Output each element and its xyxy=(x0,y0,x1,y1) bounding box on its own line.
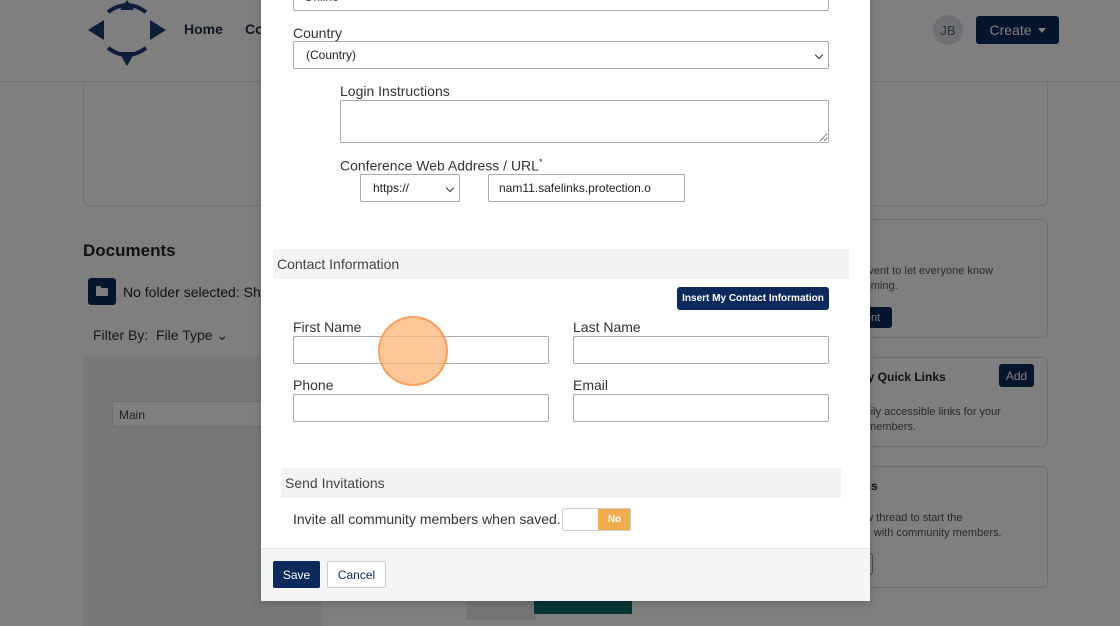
login-instructions-textarea[interactable] xyxy=(340,100,829,143)
phone-label: Phone xyxy=(293,377,334,393)
chevron-down-icon xyxy=(814,50,824,60)
url-label: Conference Web Address / URL* xyxy=(340,157,542,174)
country-value: (Country) xyxy=(306,48,357,62)
login-instructions-label: Login Instructions xyxy=(340,83,450,99)
insert-contact-button[interactable]: Insert My Contact Information xyxy=(677,287,829,310)
protocol-select[interactable]: https:// xyxy=(360,174,460,202)
url-label-text: Conference Web Address / URL xyxy=(340,157,539,174)
country-label: Country xyxy=(293,25,343,41)
protocol-value: https:// xyxy=(373,181,410,195)
cancel-button[interactable]: Cancel xyxy=(327,561,386,588)
country-select[interactable]: (Country) xyxy=(293,41,829,69)
required-marker: * xyxy=(538,157,543,167)
url-input[interactable]: nam11.safelinks.protection.o xyxy=(488,174,685,202)
save-button[interactable]: Save xyxy=(273,561,320,588)
phone-input[interactable] xyxy=(293,394,549,422)
email-label: Email xyxy=(573,377,609,393)
toggle-state: No xyxy=(598,509,630,530)
invite-section-header: Send Invitations xyxy=(281,468,841,498)
contact-section-header: Contact Information xyxy=(273,249,849,279)
first-name-label: First Name xyxy=(293,319,362,335)
click-indicator xyxy=(378,316,448,386)
chevron-down-icon xyxy=(445,183,455,193)
invite-label: Invite all community members when saved. xyxy=(293,511,561,527)
location-input[interactable]: Online xyxy=(293,0,829,11)
invite-toggle[interactable]: No xyxy=(562,508,631,531)
toggle-knob xyxy=(563,509,598,530)
last-name-label: Last Name xyxy=(573,319,641,335)
last-name-input[interactable] xyxy=(573,336,829,364)
email-input[interactable] xyxy=(573,394,829,422)
